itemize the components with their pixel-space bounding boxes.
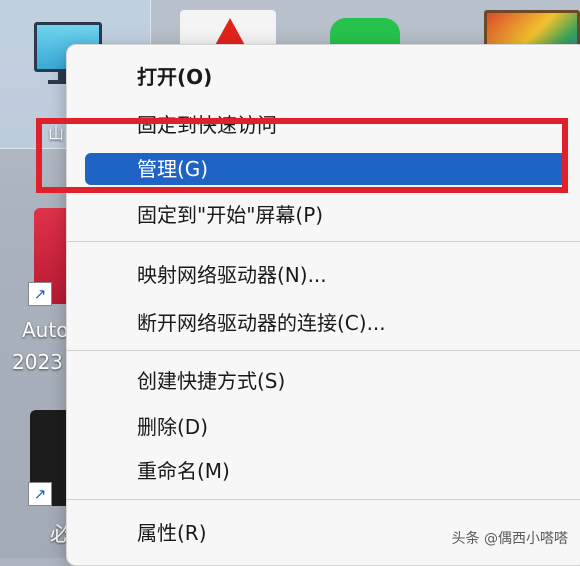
shortcut-arrow-icon: ↗ [28,282,52,306]
menu-item-create-shortcut[interactable]: 创建快捷方式(S) [137,369,285,393]
autocad-label-name: Auto [22,318,69,342]
menu-separator-1 [67,241,580,242]
menu-item-pin-start[interactable]: 固定到"开始"屏幕(P) [137,203,323,227]
menu-separator-2 [67,350,580,351]
menu-item-properties[interactable]: 属性(R) [137,521,207,545]
shortcut-arrow-icon-2: ↗ [28,482,52,506]
menu-item-open[interactable]: 打开(O) [137,65,212,89]
watermark: 头条 @偶西小嗒嗒 [451,531,568,547]
menu-item-disconnect-drive[interactable]: 断开网络驱动器的连接(C)... [137,311,386,335]
menu-separator-3 [67,499,580,500]
autocad-label-year: 2023 [12,350,63,374]
menu-item-map-drive[interactable]: 映射网络驱动器(N)... [137,263,327,287]
annotation-red-box [36,118,568,193]
menu-item-rename[interactable]: 重命名(M) [137,459,230,483]
menu-item-delete[interactable]: 删除(D) [137,415,208,439]
